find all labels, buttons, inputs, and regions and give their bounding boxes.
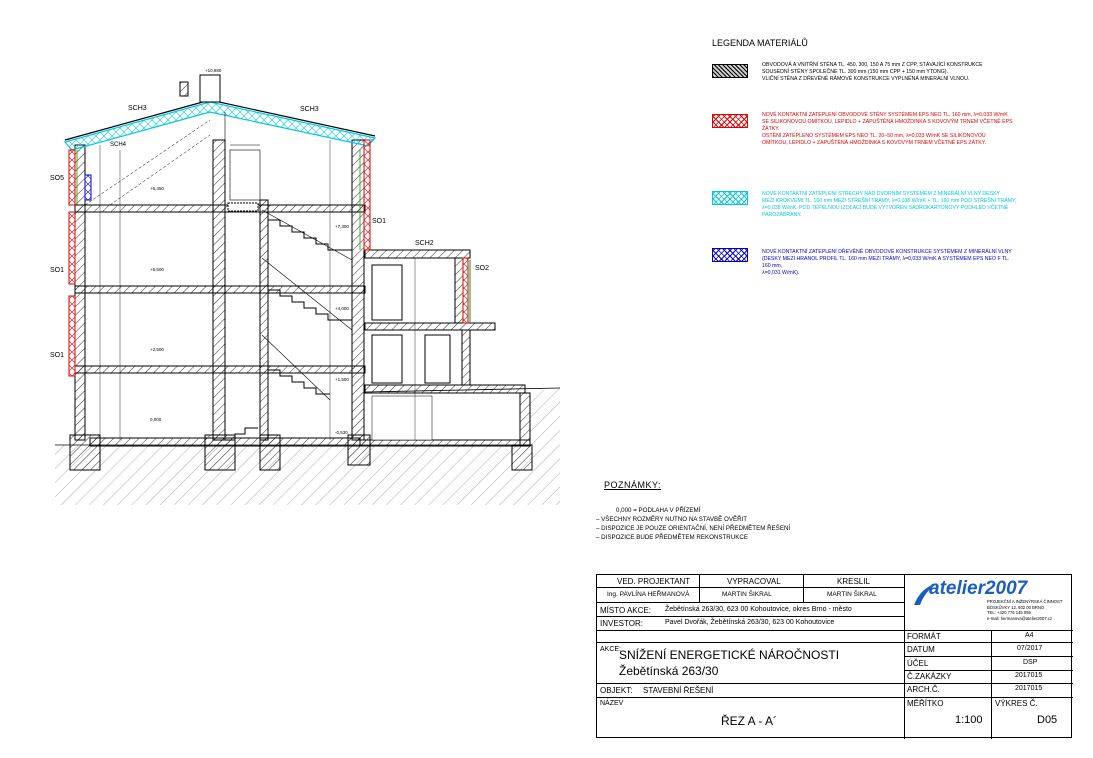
ucel: DSP [1023, 659, 1038, 666]
akce: SNÍŽENÍ ENERGETICKÉ NÁROČNOSTI [619, 648, 840, 662]
objekt-label: OBJEKT: [600, 686, 633, 695]
label-so5: SO5 [50, 175, 64, 182]
legend-text: NOVÉ KONTAKTNÍ ZATEPLENÍ STŘECHY NAD DVO… [762, 191, 1017, 218]
logo-sub: PROJEKČNÍ A INŽENÝRSKÁ ČINNOST BOSKŮVKY … [987, 599, 1063, 621]
facade-insulation [363, 139, 371, 251]
legend-swatch-masonry [712, 64, 748, 78]
label-so1: SO1 [50, 267, 64, 274]
label-so1: SO1 [372, 218, 386, 225]
logo: atelier2007 [929, 578, 1028, 599]
notes-title: POZNÁMKY: [604, 480, 662, 490]
label-sch3: SCH3 [128, 105, 147, 112]
zakazky: 2017015 [1015, 672, 1043, 679]
kreslil: MARTIN ŠIKRAL [827, 591, 877, 598]
title-block: VED. PROJEKTANT Ing. PAVLÍNA HEŘMANOVÁ V… [596, 574, 1073, 739]
datum: 07/2017 [1017, 645, 1043, 652]
label-so1: SO1 [50, 352, 64, 359]
note-line: 0,000 = PODLAHA V PŘÍZEMÍ [616, 507, 701, 514]
level-mark: +2,500 [150, 347, 164, 352]
wall-stair [259, 199, 269, 441]
legend-swatch-cyan [712, 191, 748, 205]
level-mark: +1,500 [335, 377, 349, 382]
vypracoval: MARTIN ŠIKRAL [722, 591, 772, 598]
arch: 2017015 [1015, 685, 1043, 692]
level-mark: +4,000 [335, 306, 349, 311]
legend-swatch-red [712, 114, 748, 128]
facade-insulation [68, 295, 76, 377]
akce-label: AKCE: [600, 646, 622, 653]
vypracoval-header: VYPRACOVAL [727, 577, 781, 586]
logo-swoosh-icon [914, 583, 938, 605]
foundation [511, 444, 533, 471]
ucel-label: ÚČEL [907, 659, 929, 668]
objekt: STAVEBNÍ ŘEŠENÍ [643, 686, 714, 695]
meritko: 1:100 [955, 714, 983, 726]
format: A4 [1025, 632, 1034, 639]
investor-label: INVESTOR: [600, 619, 643, 628]
level-mark: +7,300 [335, 224, 349, 229]
arch-label: ARCH.Č. [907, 685, 940, 694]
investor: Pavel Dvořák, Žebětínská 263/30, 623 00 … [665, 619, 835, 626]
ved-projektant-header: VED. PROJEKTANT [617, 577, 691, 586]
legend-text: OBVODOVÁ A VNITŘNÍ STĚNA TL. 450, 300, 1… [762, 62, 983, 82]
note-line: – DISPOZICE BUDE PŘEDMĚTEM REKONSTRUKCE [596, 534, 748, 541]
drawing-title: ŘEZ A - A´ [721, 714, 778, 728]
zakazky-label: Č.ZAKÁZKY [907, 672, 952, 681]
label-sch2: SCH2 [415, 240, 434, 247]
level-mark: +10,880 [205, 68, 222, 73]
label-sch3: SCH3 [300, 106, 319, 113]
legend-text: NOVÉ KONTAKTNÍ ZATEPLENÍ DŘEVĚNÉ OBVODOV… [762, 249, 1012, 276]
nazev-label: NÁZEV [600, 700, 624, 707]
legend-title: LEGENDA MATERIÁLŮ [712, 38, 808, 48]
level-mark: 0,000 [150, 417, 162, 422]
label-so2: SO2 [475, 265, 489, 272]
datum-label: DATUM [907, 645, 935, 654]
level-mark: +5,500 [150, 267, 164, 272]
facade-insulation [462, 257, 469, 324]
vykres: D05 [1037, 714, 1058, 726]
kreslil-header: KRESLIL [837, 577, 870, 586]
misto-akce-label: MÍSTO AKCE: [600, 606, 651, 615]
note-line: – VŠECHNY ROZMĚRY NUTNO NA STAVBĚ OVĚŘIT [596, 516, 748, 523]
chimney [199, 74, 221, 103]
ved-projektant: Ing. PAVLÍNA HEŘMANOVÁ [607, 591, 690, 598]
legend-text: NOVÉ KONTAKTNÍ ZATEPLENÍ OBVODOVÉ STĚNY … [762, 112, 1013, 146]
note-line: – DISPOZICE JE POUZE ORIENTAČNÍ, NENÍ PŘ… [596, 525, 791, 532]
label-sch4: SCH4 [110, 142, 127, 148]
level-mark: -0,530 [335, 430, 348, 435]
level-mark: +6,450 [150, 186, 164, 191]
format-label: FORMÁT [907, 632, 941, 641]
meritko-label: MĚŘÍTKO [907, 699, 944, 708]
vykres-label: VÝKRES Č. [995, 699, 1038, 708]
misto-akce: Žebětínská 263/30, 623 00 Kohoutovice, o… [665, 606, 852, 613]
legend-swatch-blue [712, 248, 748, 262]
wood-insulation [84, 174, 92, 201]
akce-address: Žebětínská 263/30 [619, 664, 719, 678]
facade-insulation [68, 149, 76, 206]
facade-insulation [68, 211, 76, 285]
